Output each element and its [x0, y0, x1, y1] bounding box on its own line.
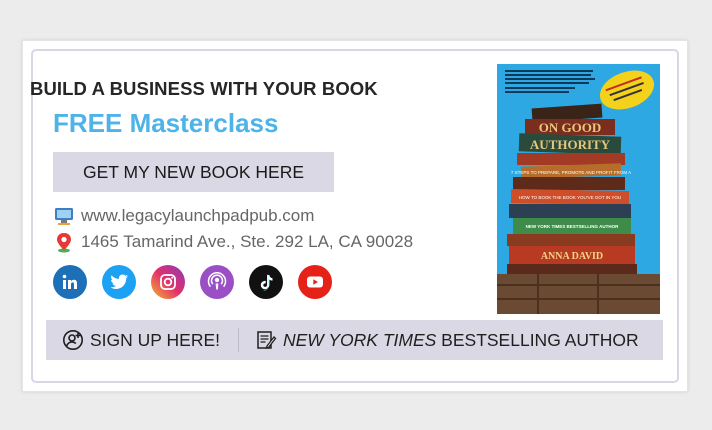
signup-label: SIGN UP HERE!	[90, 329, 220, 350]
location-pin-icon	[53, 231, 75, 253]
linkedin-icon[interactable]	[53, 265, 87, 299]
twitter-icon[interactable]	[102, 265, 136, 299]
address-row: 1465 Tamarind Ave., Ste. 292 LA, CA 9002…	[53, 231, 413, 253]
nyt-italic-text: NEW YORK TIMES	[283, 329, 437, 350]
headline: BUILD A BUSINESS WITH YOUR BOOK	[30, 78, 378, 99]
get-book-button[interactable]: GET MY NEW BOOK HERE	[53, 152, 334, 192]
website-row[interactable]: www.legacylaunchpadpub.com	[53, 205, 314, 227]
cover-subtitle-2: HOW TO BOOK THE BOOK YOU'VE GOT IN YOU	[519, 195, 621, 200]
nyt-rest-text: BESTSELLING AUTHOR	[436, 329, 639, 350]
podcast-icon[interactable]	[200, 265, 234, 299]
instagram-icon[interactable]	[151, 265, 185, 299]
cover-author: ANNA DAVID	[541, 251, 603, 262]
signup-link[interactable]: SIGN UP HERE!	[62, 329, 220, 351]
document-edit-icon	[257, 331, 277, 349]
cover-title-line1: ON GOOD	[539, 120, 601, 135]
cover-badge: NEW YORK TIMES BESTSELLING AUTHOR	[526, 224, 620, 229]
website-link[interactable]: www.legacylaunchpadpub.com	[81, 206, 314, 226]
social-links	[53, 265, 332, 299]
address-text: 1465 Tamarind Ave., Ste. 292 LA, CA 9002…	[81, 232, 414, 251]
bottom-bar: SIGN UP HERE! NEW YORK TIMES BESTSELLING…	[46, 320, 663, 360]
computer-icon	[53, 205, 75, 227]
masterclass-link[interactable]: FREE Masterclass	[53, 108, 278, 139]
tiktok-icon[interactable]	[249, 265, 283, 299]
nyt-badge: NEW YORK TIMES BESTSELLING AUTHOR	[255, 329, 639, 351]
add-user-icon	[63, 330, 83, 350]
youtube-icon[interactable]	[298, 265, 332, 299]
cover-subtitle: 7 STEPS TO PREPARE, PROMOTE AND PROFIT F…	[511, 170, 631, 175]
book-cover[interactable]: ON GOOD AUTHORITY 7 STEPS TO PREPARE, PR…	[497, 64, 660, 314]
cover-title-line2: AUTHORITY	[530, 137, 611, 152]
divider	[238, 328, 239, 352]
